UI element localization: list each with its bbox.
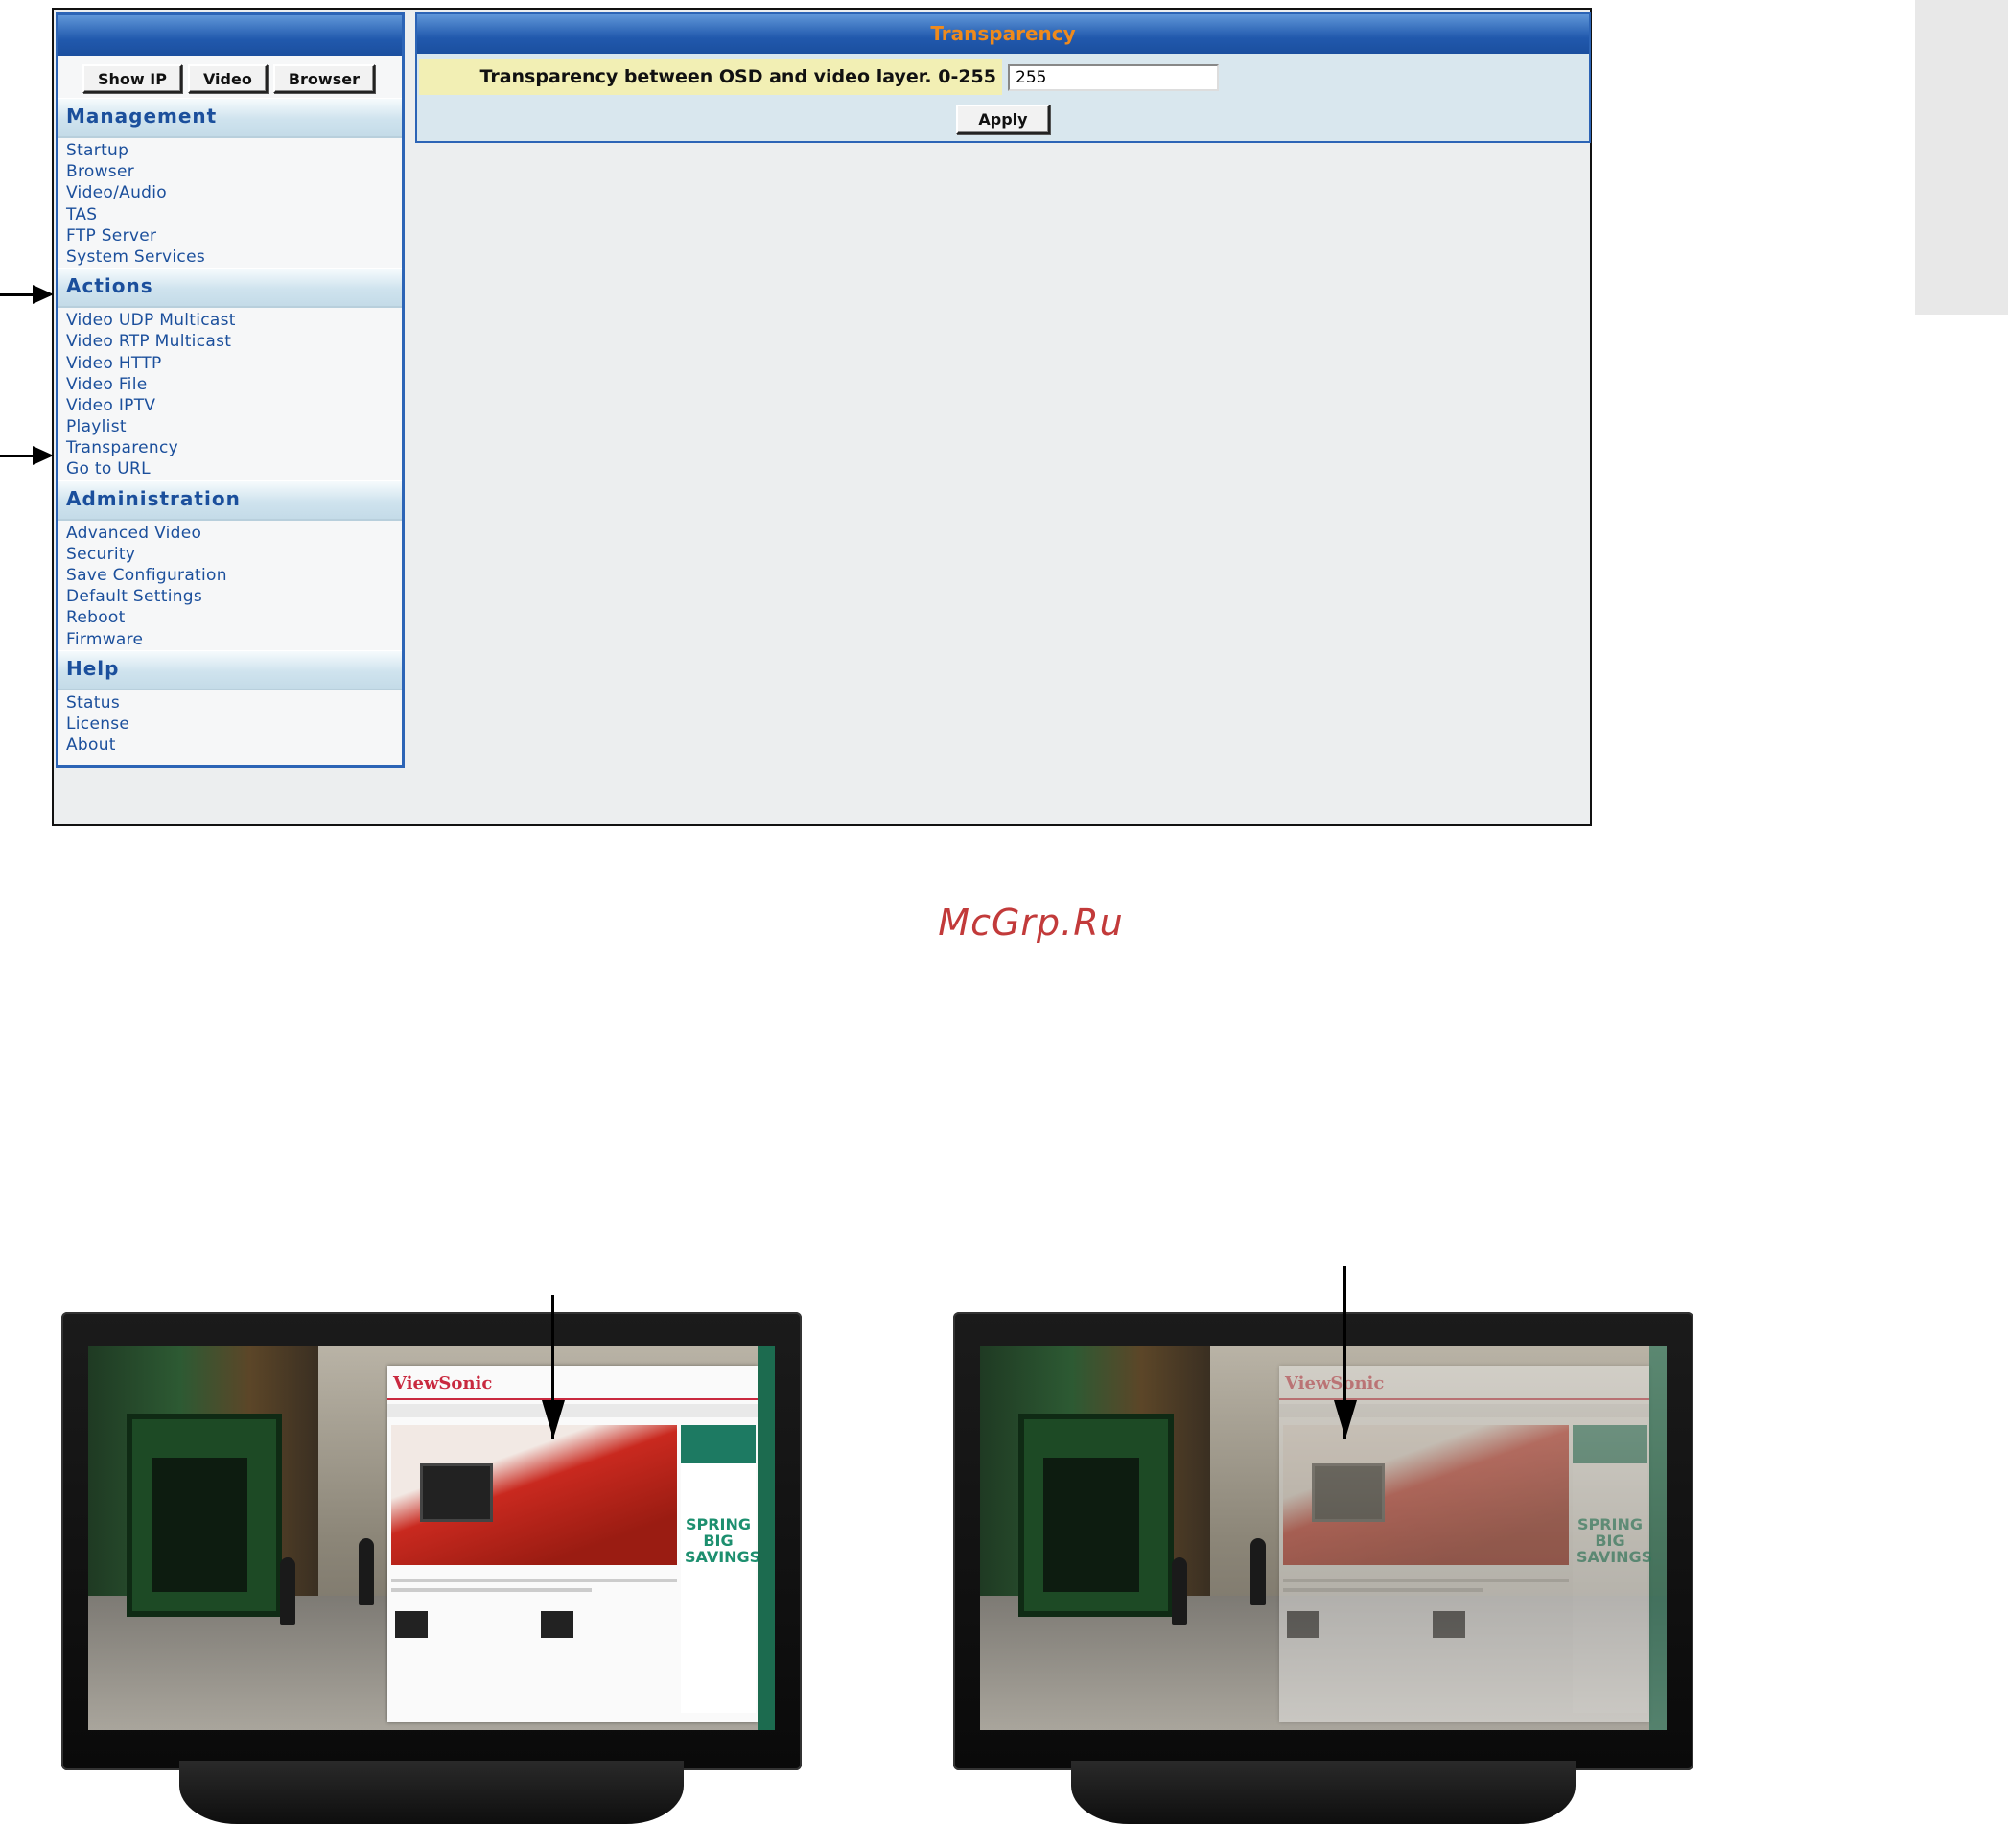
monitor-transparent-osd: ViewSonic SPRING BIG SAVINGS (953, 1312, 1693, 1836)
monitor-screen: ViewSonic SPRING BIG SAVINGS (980, 1346, 1667, 1730)
apply-button[interactable]: Apply (956, 105, 1050, 134)
sidebar: Show IP Video Browser Management Startup… (56, 12, 405, 768)
monitor-stand (1071, 1761, 1576, 1824)
transparency-form-row: Transparency between OSD and video layer… (419, 59, 1587, 95)
shopfront-image (1018, 1414, 1174, 1617)
arrow-right-icon (0, 446, 54, 465)
nav-system-services[interactable]: System Services (58, 246, 402, 268)
page-edge-tab (1915, 0, 2008, 315)
nav-startup[interactable]: Startup (58, 140, 402, 161)
nav-security[interactable]: Security (58, 544, 402, 565)
section-management-title: Management (58, 98, 402, 138)
nav-ftp-server[interactable]: FTP Server (58, 225, 402, 246)
monitor-bezel: ViewSonic SPRING BIG SAVINGS (953, 1312, 1693, 1770)
transparency-field-label: Transparency between OSD and video layer… (419, 59, 1002, 95)
nav-transparency[interactable]: Transparency (58, 437, 402, 458)
help-links: Status License About (58, 690, 402, 757)
monitor-bezel: ViewSonic SPRING BIG SAVINGS (61, 1312, 802, 1770)
watermark: McGrp.Ru (938, 901, 1124, 944)
nav-save-configuration[interactable]: Save Configuration (58, 565, 402, 586)
browser-button[interactable]: Browser (272, 64, 375, 93)
nav-firmware[interactable]: Firmware (58, 629, 402, 650)
nav-video-iptv[interactable]: Video IPTV (58, 395, 402, 416)
nav-video-http[interactable]: Video HTTP (58, 353, 402, 374)
video-button[interactable]: Video (187, 64, 268, 93)
section-actions-title: Actions (58, 268, 402, 309)
transparency-panel: Transparency Transparency between OSD an… (415, 12, 1591, 143)
arrow-right-icon (0, 285, 54, 304)
show-ip-button[interactable]: Show IP (82, 64, 182, 93)
osd-web-page: ViewSonic SPRING BIG SAVINGS (387, 1366, 761, 1722)
administration-links: Advanced Video Security Save Configurati… (58, 521, 402, 650)
monitor-screen: ViewSonic SPRING BIG SAVINGS (88, 1346, 775, 1730)
nav-status[interactable]: Status (58, 692, 402, 713)
management-links: Startup Browser Video/Audio TAS FTP Serv… (58, 138, 402, 268)
monitor-opaque-osd: ViewSonic SPRING BIG SAVINGS (61, 1312, 802, 1836)
spring-savings-ad: SPRING BIG SAVINGS (1576, 1515, 1653, 1566)
transparency-value-input[interactable] (1008, 63, 1219, 91)
nav-playlist[interactable]: Playlist (58, 416, 402, 437)
nav-video-rtp-multicast[interactable]: Video RTP Multicast (58, 331, 402, 352)
panel-title: Transparency (417, 14, 1589, 54)
actions-links: Video UDP Multicast Video RTP Multicast … (58, 308, 402, 480)
nav-advanced-video[interactable]: Advanced Video (58, 523, 402, 544)
nav-video-file[interactable]: Video File (58, 374, 402, 395)
sidebar-header-bar (58, 15, 402, 56)
nav-about[interactable]: About (58, 735, 402, 756)
viewsonic-logo: ViewSonic (1285, 1373, 1385, 1393)
section-administration-title: Administration (58, 480, 402, 521)
nav-video-udp-multicast[interactable]: Video UDP Multicast (58, 310, 402, 331)
section-help-title: Help (58, 649, 402, 690)
nav-tas[interactable]: TAS (58, 204, 402, 225)
nav-default-settings[interactable]: Default Settings (58, 586, 402, 607)
viewsonic-logo: ViewSonic (393, 1373, 493, 1393)
nav-license[interactable]: License (58, 713, 402, 735)
spring-savings-ad: SPRING BIG SAVINGS (685, 1515, 761, 1566)
quick-buttons: Show IP Video Browser (58, 56, 402, 93)
nav-go-to-url[interactable]: Go to URL (58, 458, 402, 480)
nav-browser[interactable]: Browser (58, 161, 402, 182)
monitor-stand (179, 1761, 684, 1824)
shopfront-image (127, 1414, 282, 1617)
nav-video-audio[interactable]: Video/Audio (58, 182, 402, 203)
nav-reboot[interactable]: Reboot (58, 607, 402, 628)
